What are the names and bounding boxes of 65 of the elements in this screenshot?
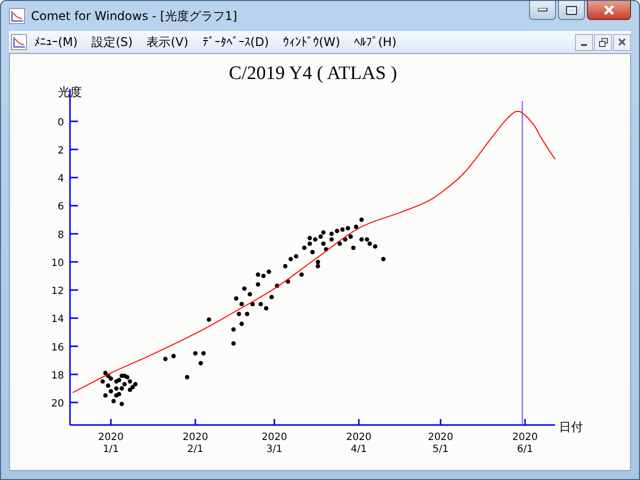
data-point [171, 354, 176, 358]
data-point [283, 264, 288, 268]
data-point [193, 351, 198, 356]
data-point [244, 312, 250, 316]
tick-label: 20 [51, 398, 64, 410]
menu-item[interactable]: ﾍﾙﾌﾟ(H) [347, 35, 404, 49]
data-point [236, 312, 242, 316]
close-icon [618, 38, 626, 46]
tick-label: 14 [51, 314, 64, 326]
restore-icon [598, 38, 608, 46]
data-point [269, 294, 274, 300]
maximize-button[interactable] [558, 1, 585, 20]
tick-label: 0 [58, 117, 64, 128]
data-point [239, 322, 244, 326]
tick-label: 12 [51, 286, 64, 298]
tick-label: 2020 3/1 [262, 432, 288, 455]
close-button[interactable] [587, 1, 631, 20]
tick-label: 2020 5/1 [428, 432, 454, 455]
tick-label: 6 [58, 202, 64, 213]
chart-icon [9, 8, 25, 24]
menu-item[interactable]: 設定(S) [84, 34, 140, 50]
minimize-icon [538, 8, 548, 12]
tick-label: 2 [58, 145, 64, 156]
tick-label: 2020 1/1 [98, 432, 124, 455]
tick-label: 2020 2/1 [182, 432, 208, 455]
close-icon [603, 5, 615, 15]
tick-label: 10 [51, 258, 64, 269]
tick-label: 2020 4/1 [346, 432, 372, 455]
tick-label: 8 [58, 230, 64, 241]
tick-label: 2020 6/1 [512, 432, 538, 455]
axis-title: 光度 [58, 85, 82, 99]
chart-icon [11, 34, 27, 50]
data-point [206, 317, 212, 322]
data-point [381, 256, 386, 262]
data-point [250, 302, 255, 306]
maximize-icon [566, 6, 577, 14]
data-point [231, 341, 236, 346]
data-point [120, 402, 124, 406]
restore-button[interactable] [594, 34, 612, 50]
menu-item[interactable]: ﾒﾆｭｰ(M) [27, 35, 85, 49]
tick-label: 4 [58, 174, 64, 185]
data-point [359, 218, 364, 222]
data-point [163, 356, 168, 362]
data-point [286, 279, 290, 284]
menu-item[interactable]: ｳｨﾝﾄﾞｳ(W) [276, 35, 348, 49]
chart-title: C/2019 Y4 ( ATLAS ) [228, 63, 398, 84]
data-point [201, 351, 206, 356]
data-point [354, 224, 358, 229]
minimize-button[interactable] [529, 1, 556, 20]
data-point [310, 250, 315, 254]
data-point [184, 375, 190, 380]
tick-label: 18 [51, 370, 64, 382]
window-title: Comet for Windows - [光度グラフ1] [31, 8, 238, 24]
close-button[interactable] [613, 34, 631, 50]
data-point [198, 360, 203, 366]
menu-item[interactable]: ﾃﾞｰﾀﾍﾞｰｽ(D) [195, 35, 276, 49]
data-point [256, 282, 260, 287]
data-point [274, 284, 280, 288]
data-point [231, 327, 236, 332]
minimize-button[interactable] [575, 34, 593, 50]
data-point [299, 272, 304, 277]
tick-label: 16 [51, 342, 64, 354]
data-point [351, 246, 356, 250]
axis-title: 日付 [559, 420, 583, 434]
menu-item[interactable]: 表示(V) [140, 34, 196, 50]
